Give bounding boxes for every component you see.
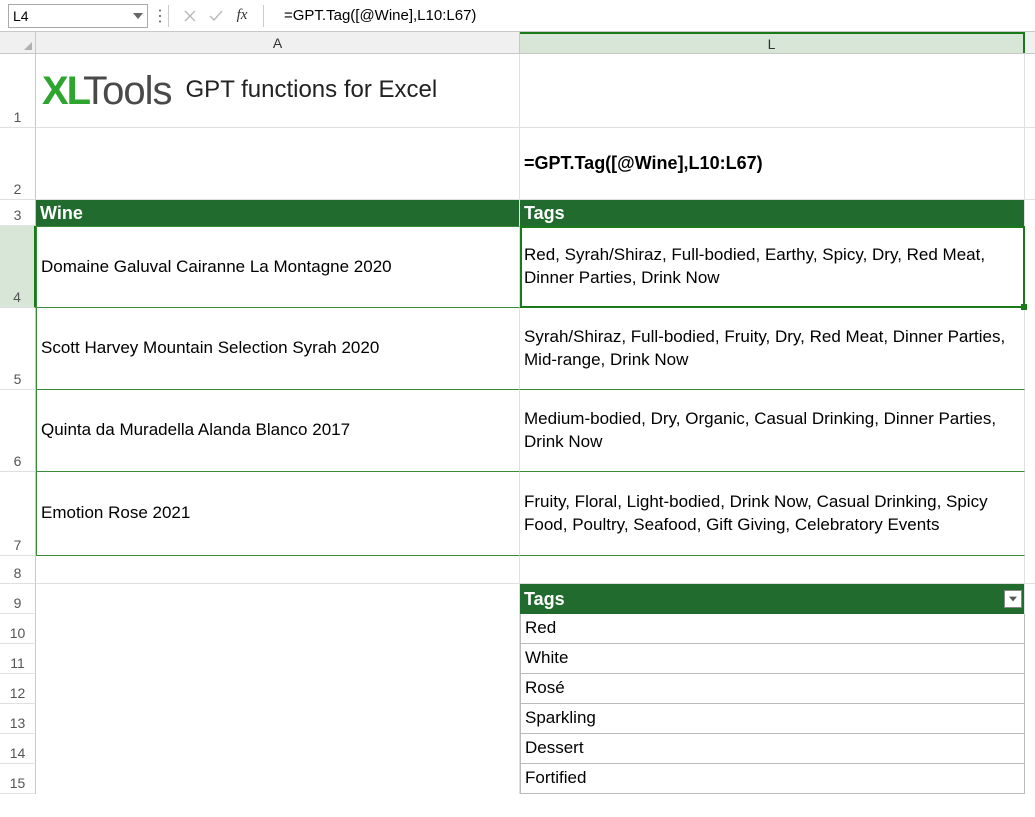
table-row: Emotion Rose 2021 Fruity, Floral, Light-… [36, 472, 1035, 556]
row-header[interactable]: 1 [0, 54, 36, 128]
table-row: Rosé [36, 674, 1035, 704]
cell-tag[interactable]: White [520, 644, 1025, 674]
row-header[interactable]: 3 [0, 200, 36, 226]
table-row: Fortified [36, 764, 1035, 794]
column-header-l[interactable]: L [520, 32, 1025, 53]
cell-a15[interactable] [36, 764, 520, 794]
chevron-down-icon[interactable] [133, 11, 143, 21]
cell-wine-tags[interactable]: Medium-bodied, Dry, Organic, Casual Drin… [520, 390, 1025, 472]
select-all-corner[interactable] [0, 32, 36, 53]
name-box-value: L4 [13, 8, 29, 24]
table-row: Dessert [36, 734, 1035, 764]
formula-bar: L4 ⋮ fx [0, 0, 1035, 32]
cell-wine-tags[interactable]: Red, Syrah/Shiraz, Full-bodied, Earthy, … [520, 226, 1025, 308]
cell-tag[interactable]: Rosé [520, 674, 1025, 704]
table-row: Quinta da Muradella Alanda Blanco 2017 M… [36, 390, 1035, 472]
cell-tag[interactable]: Red [520, 614, 1025, 644]
insert-function-button[interactable]: fx [231, 5, 253, 27]
row-header[interactable]: 9 [0, 584, 36, 614]
table-row [36, 556, 1035, 584]
header-tags[interactable]: Tags [520, 200, 1025, 226]
row-header[interactable]: 14 [0, 734, 36, 764]
name-box[interactable]: L4 [8, 4, 148, 28]
cell-l2[interactable]: =GPT.Tag([@Wine],L10:L67) [520, 128, 1025, 199]
cell-wine-name[interactable]: Scott Harvey Mountain Selection Syrah 20… [36, 308, 520, 390]
table-row: =GPT.Tag([@Wine],L10:L67) [36, 128, 1035, 200]
tags-list-header[interactable]: Tags [520, 584, 1025, 614]
row-header[interactable]: 12 [0, 674, 36, 704]
cell-tag[interactable]: Sparkling [520, 704, 1025, 734]
row-header[interactable]: 13 [0, 704, 36, 734]
filter-dropdown-button[interactable] [1004, 590, 1022, 608]
cell-wine-name[interactable]: Domaine Galuval Cairanne La Montagne 202… [36, 226, 520, 308]
column-label: L [768, 36, 776, 52]
cell-a10[interactable] [36, 614, 520, 644]
fx-label: fx [237, 7, 248, 24]
cell-wine-name[interactable]: Quinta da Muradella Alanda Blanco 2017 [36, 390, 520, 472]
cell-a12[interactable] [36, 674, 520, 704]
enter-formula-button[interactable] [205, 5, 227, 27]
separator [263, 5, 264, 27]
separator [168, 5, 169, 27]
formula-text: =GPT.Tag([@Wine],L10:L67) [524, 151, 763, 175]
cell-a9[interactable] [36, 584, 520, 614]
table-row: Domaine Galuval Cairanne La Montagne 202… [36, 226, 1035, 308]
sheet-body: 1 2 3 4 5 6 7 8 9 10 11 12 13 14 15 XLTo… [0, 54, 1035, 794]
column-label: A [273, 35, 282, 51]
formula-input[interactable] [274, 4, 1035, 28]
row-header[interactable]: 6 [0, 390, 36, 472]
cell-a14[interactable] [36, 734, 520, 764]
resize-handle-icon[interactable]: ⋮ [152, 6, 158, 26]
cell-wine-tags[interactable]: Fruity, Floral, Light-bodied, Drink Now,… [520, 472, 1025, 556]
table-row: White [36, 644, 1035, 674]
cancel-formula-button[interactable] [179, 5, 201, 27]
row-header[interactable]: 4 [0, 226, 36, 308]
table-row: Sparkling [36, 704, 1035, 734]
table-row: Wine Tags [36, 200, 1035, 226]
row-headers: 1 2 3 4 5 6 7 8 9 10 11 12 13 14 15 [0, 54, 36, 794]
cell-l8[interactable] [520, 556, 1025, 583]
cell-a8[interactable] [36, 556, 520, 583]
cell-a13[interactable] [36, 704, 520, 734]
table-row: Tags [36, 584, 1035, 614]
cell-a1[interactable]: XLTools GPT functions for Excel [36, 54, 520, 127]
logo-tools: Tools [83, 69, 171, 113]
tags-header-label: Tags [524, 587, 565, 611]
cell-l1[interactable] [520, 54, 1025, 127]
column-headers: A L [0, 32, 1035, 54]
cell-a2[interactable] [36, 128, 520, 199]
row-header[interactable]: 5 [0, 308, 36, 390]
row-header[interactable]: 10 [0, 614, 36, 644]
row-header[interactable]: 8 [0, 556, 36, 584]
cell-tag[interactable]: Fortified [520, 764, 1025, 794]
table-row: XLTools GPT functions for Excel [36, 54, 1035, 128]
column-header-a[interactable]: A [36, 32, 520, 53]
row-header[interactable]: 11 [0, 644, 36, 674]
cell-tag[interactable]: Dessert [520, 734, 1025, 764]
row-header[interactable]: 7 [0, 472, 36, 556]
row-header[interactable]: 2 [0, 128, 36, 200]
cell-a11[interactable] [36, 644, 520, 674]
cell-wine-name[interactable]: Emotion Rose 2021 [36, 472, 520, 556]
xltools-logo: XLTools GPT functions for Excel [40, 64, 437, 118]
cell-wine-tags[interactable]: Syrah/Shiraz, Full-bodied, Fruity, Dry, … [520, 308, 1025, 390]
table-row: Scott Harvey Mountain Selection Syrah 20… [36, 308, 1035, 390]
cells: XLTools GPT functions for Excel =GPT.Tag… [36, 54, 1035, 794]
table-row: Red [36, 614, 1035, 644]
row-header[interactable]: 15 [0, 764, 36, 794]
logo-tagline: GPT functions for Excel [186, 74, 438, 106]
header-wine[interactable]: Wine [36, 200, 520, 226]
